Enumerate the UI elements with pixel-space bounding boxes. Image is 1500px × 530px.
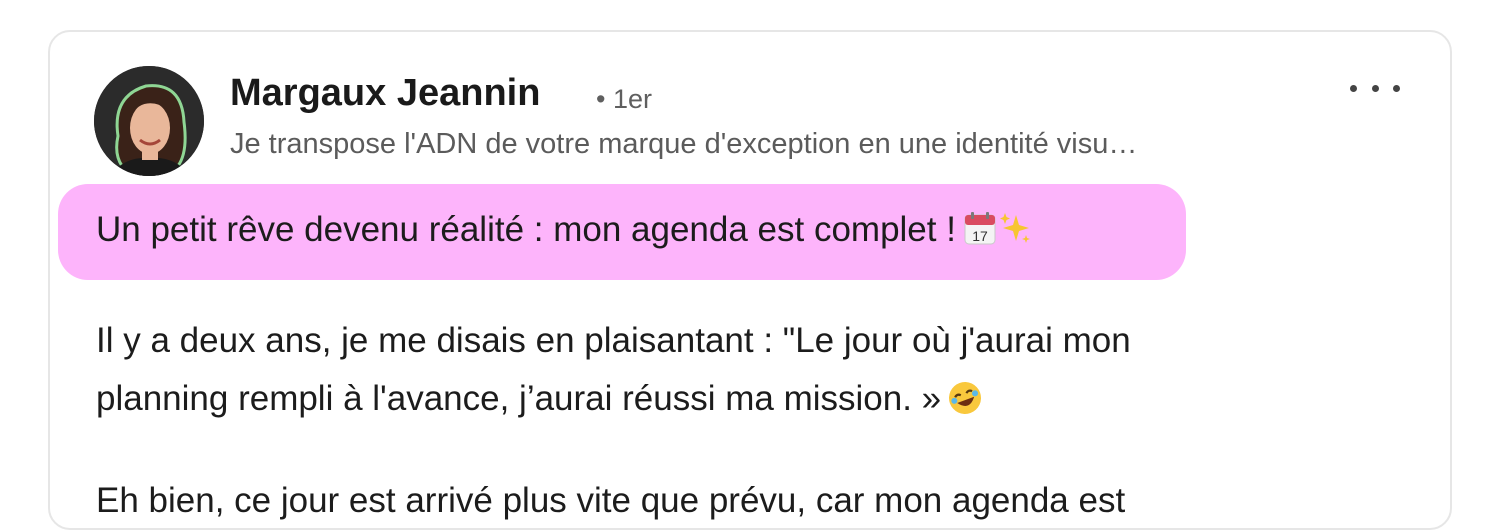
- paragraph-line: Il y a deux ans, je me disais en plaisan…: [96, 321, 1131, 360]
- more-horizontal-icon: [1350, 84, 1357, 92]
- post-highlight-line: Un petit rêve devenu réalité : mon agend…: [96, 210, 1032, 250]
- paragraph-line: Eh bien, ce jour est arrivé plus vite qu…: [96, 481, 1126, 520]
- more-options-button[interactable]: [1350, 76, 1400, 100]
- calendar-icon: 17: [964, 211, 996, 245]
- sparkles-icon: [998, 211, 1032, 245]
- post-paragraph-2: Eh bien, ce jour est arrivé plus vite qu…: [96, 472, 1396, 528]
- paragraph-line: planning rempli à l'avance, j’aurai réus…: [96, 370, 1396, 428]
- svg-text:17: 17: [972, 228, 988, 244]
- author-name[interactable]: Margaux Jeannin: [230, 72, 540, 115]
- highlight-text: Un petit rêve devenu réalité : mon agend…: [96, 210, 956, 249]
- author-avatar[interactable]: [94, 66, 204, 176]
- post-card: Margaux Jeannin • 1er Je transpose l'ADN…: [48, 30, 1452, 530]
- avatar-portrait: [94, 66, 204, 176]
- rolling-laughing-icon: [947, 376, 983, 414]
- connection-degree: • 1er: [596, 84, 652, 114]
- author-headline: Je transpose l'ADN de votre marque d'exc…: [230, 128, 1138, 160]
- post-paragraph-1: Il y a deux ans, je me disais en plaisan…: [96, 312, 1396, 428]
